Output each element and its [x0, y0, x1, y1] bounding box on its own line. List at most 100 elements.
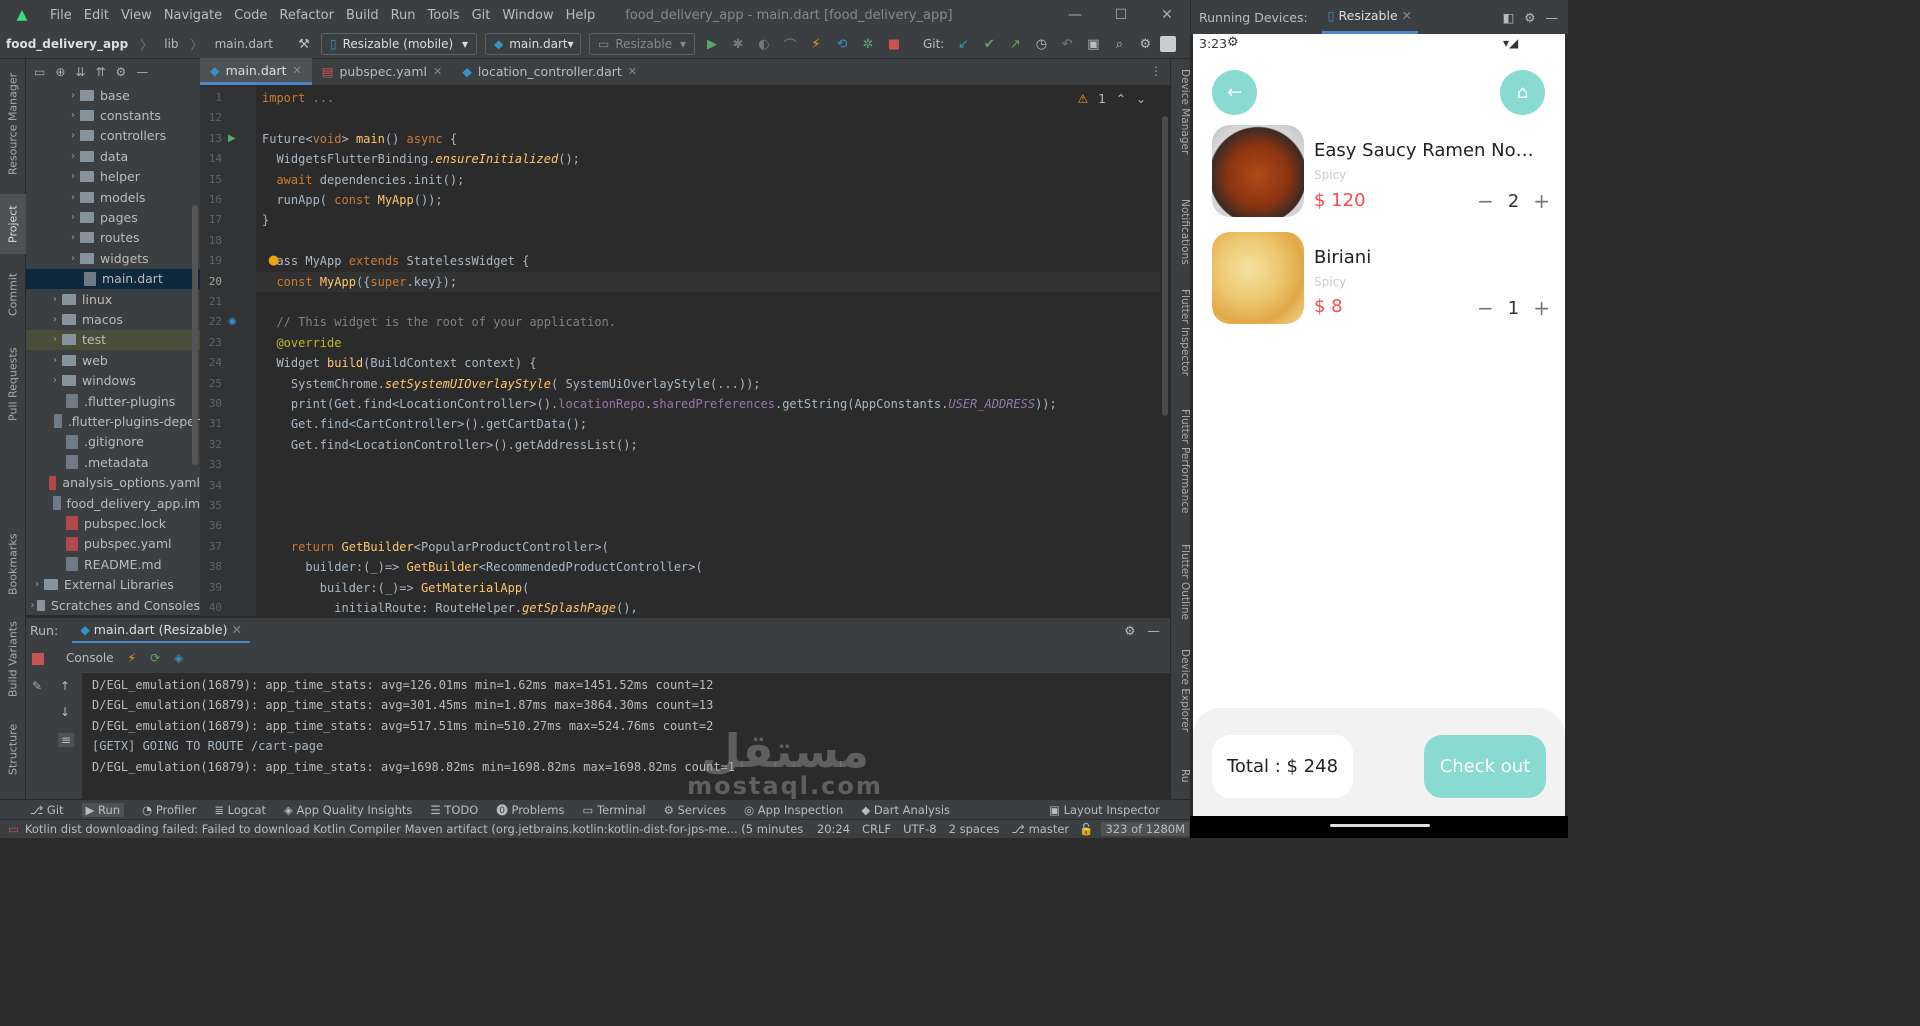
device-tab[interactable]: ▯ Resizable ✕ [1321, 0, 1419, 34]
tab-device-explorer[interactable]: Device Explorer [1171, 649, 1191, 744]
item-image-biriani[interactable] [1212, 232, 1304, 324]
run-config-tab[interactable]: ◆ main.dart (Resizable) ✕ [72, 618, 250, 644]
menu-item-edit[interactable]: Edit [78, 8, 115, 23]
tree-item[interactable]: .flutter-plugins [26, 391, 200, 411]
tree-item[interactable]: › routes [26, 228, 200, 248]
tool-window-profiler[interactable]: ◔ Profiler [142, 803, 196, 817]
tree-item[interactable]: › test [26, 329, 200, 350]
minimize-icon[interactable]: — [1052, 0, 1098, 30]
tree-item[interactable]: main.dart [26, 268, 200, 289]
tool-window-terminal[interactable]: ▭ Terminal [582, 803, 645, 817]
editor-tab[interactable]: ◆ main.dart ✕ [200, 58, 312, 85]
layout-icon[interactable]: ◧ [1502, 10, 1514, 25]
attach-debugger-icon[interactable]: ✲ [857, 33, 879, 55]
tree-item[interactable]: › controllers [26, 126, 200, 146]
breadcrumb-file[interactable]: main.dart [209, 37, 279, 51]
hot-reload-icon[interactable]: ⚡ [805, 33, 827, 55]
tool-window-logcat[interactable]: ≣ Logcat [214, 803, 266, 817]
hot-restart-icon[interactable]: ⟳ [150, 651, 160, 665]
tree-item[interactable]: › constants [26, 105, 200, 125]
close-tab-icon[interactable]: ✕ [292, 64, 301, 77]
git-branch[interactable]: master [1029, 822, 1070, 836]
tool-window-run[interactable]: ▶ Run [81, 802, 125, 817]
apply-changes-icon[interactable]: ⟲ [831, 33, 853, 55]
console-tab[interactable]: Console [66, 651, 114, 665]
tree-item[interactable]: › base [26, 85, 200, 105]
chevron-right-icon[interactable]: › [66, 130, 80, 141]
tree-item[interactable]: › macos [26, 309, 200, 329]
git-push-icon[interactable]: ↗ [1004, 33, 1026, 55]
menu-item-window[interactable]: Window [496, 8, 559, 23]
chevron-right-icon[interactable]: › [30, 579, 44, 590]
back-button[interactable]: ← [1212, 70, 1257, 115]
debug-icon[interactable]: ✱ [727, 33, 749, 55]
chevron-right-icon[interactable]: › [48, 294, 62, 305]
caret-position[interactable]: 20:24 [817, 822, 850, 836]
checkout-button[interactable]: Check out [1424, 735, 1546, 798]
minus-icon[interactable]: − [1477, 189, 1494, 213]
tool-window-layout-inspector[interactable]: ▣ Layout Inspector [1049, 803, 1160, 817]
hot-reload-icon[interactable]: ⚡ [128, 651, 136, 665]
editor-scrollbar[interactable] [1160, 86, 1170, 616]
devtools-icon[interactable]: ◈ [174, 651, 183, 665]
minus-icon[interactable]: − [1477, 296, 1494, 320]
tree-item[interactable]: › data [26, 146, 200, 166]
chevron-right-icon[interactable]: › [48, 355, 62, 366]
menu-item-refactor[interactable]: Refactor [273, 8, 340, 23]
code-editor[interactable]: ⚠ 1 ⌃ ⌄ import ... Future<void> main() as… [256, 86, 1160, 616]
menu-item-view[interactable]: View [115, 8, 158, 23]
menu-item-git[interactable]: Git [466, 8, 497, 23]
tree-item[interactable]: › widgets [26, 248, 200, 268]
expand-all-icon[interactable]: ⇊ [75, 65, 85, 79]
gear-icon[interactable]: ⚙ [1124, 623, 1135, 638]
tree-item[interactable]: food_delivery_app.im [26, 493, 200, 513]
chevron-right-icon[interactable]: › [66, 253, 80, 264]
tree-item[interactable]: › windows [26, 371, 200, 391]
menu-item-run[interactable]: Run [385, 8, 422, 23]
lock-icon[interactable]: 🔓 [1079, 822, 1093, 836]
avatar[interactable] [1160, 36, 1177, 52]
phone-screen[interactable]: 3:23 ⚙ ▾◢ ← ⌂ Easy Saucy Ramen Noodl... … [1193, 34, 1565, 816]
hammer-icon[interactable]: ⚒ [293, 33, 315, 55]
maximize-icon[interactable]: ☐ [1098, 0, 1144, 30]
status-message[interactable]: Kotlin dist downloading failed: Failed t… [25, 822, 805, 836]
tree-item[interactable]: pubspec.lock [26, 513, 200, 533]
chevron-right-icon[interactable]: › [66, 192, 80, 203]
plus-icon[interactable]: + [1533, 296, 1550, 320]
menu-item-code[interactable]: Code [228, 8, 273, 23]
indent-setting[interactable]: 2 spaces [949, 822, 1000, 836]
close-icon[interactable]: ✕ [1144, 0, 1190, 30]
layout-icon[interactable]: ▭ [34, 65, 45, 79]
locate-icon[interactable]: ⊕ [55, 65, 65, 79]
console-output[interactable]: D/EGL_emulation(16879): app_time_stats: … [82, 673, 1170, 799]
collapse-all-icon[interactable]: ⇈ [95, 65, 105, 79]
menu-item-file[interactable]: File [44, 8, 78, 23]
chevron-right-icon[interactable]: › [66, 171, 80, 182]
tree-item[interactable]: pubspec.yaml [26, 534, 200, 554]
tree-scrollbar[interactable] [192, 205, 198, 465]
editor-tab[interactable]: ◆ location_controller.dart ✕ [452, 58, 647, 85]
tab-commit[interactable]: Commit [0, 264, 26, 324]
memory-indicator[interactable]: 323 of 1280M [1101, 822, 1190, 836]
hide-icon[interactable]: — [136, 65, 148, 79]
tab-build-variants[interactable]: Build Variants [0, 619, 26, 699]
home-button[interactable]: ⌂ [1500, 70, 1545, 115]
chevron-right-icon[interactable]: › [66, 151, 80, 162]
chevron-right-icon[interactable]: › [66, 212, 80, 223]
menu-item-build[interactable]: Build [340, 8, 385, 23]
device-mirror-icon[interactable]: ▣ [1082, 33, 1104, 55]
attach-icon[interactable]: ⌒ [779, 33, 801, 55]
editor-tab[interactable]: ▤ pubspec.yaml ✕ [312, 58, 453, 85]
search-icon[interactable]: ⌕ [1108, 33, 1130, 55]
arrow-up-icon[interactable]: ↑ [60, 679, 70, 693]
tree-item[interactable]: .metadata [26, 452, 200, 472]
item-image-ramen[interactable] [1212, 125, 1304, 217]
hide-icon[interactable]: — [1546, 10, 1559, 25]
home-gesture-handle[interactable] [1330, 824, 1430, 827]
menu-item-help[interactable]: Help [560, 8, 602, 23]
close-tab-icon[interactable]: ✕ [628, 65, 637, 78]
warning-icon[interactable]: ⚠ [1077, 92, 1088, 106]
history-icon[interactable]: ◷ [1030, 33, 1052, 55]
menu-item-navigate[interactable]: Navigate [158, 8, 228, 23]
tree-item[interactable]: README.md [26, 554, 200, 574]
